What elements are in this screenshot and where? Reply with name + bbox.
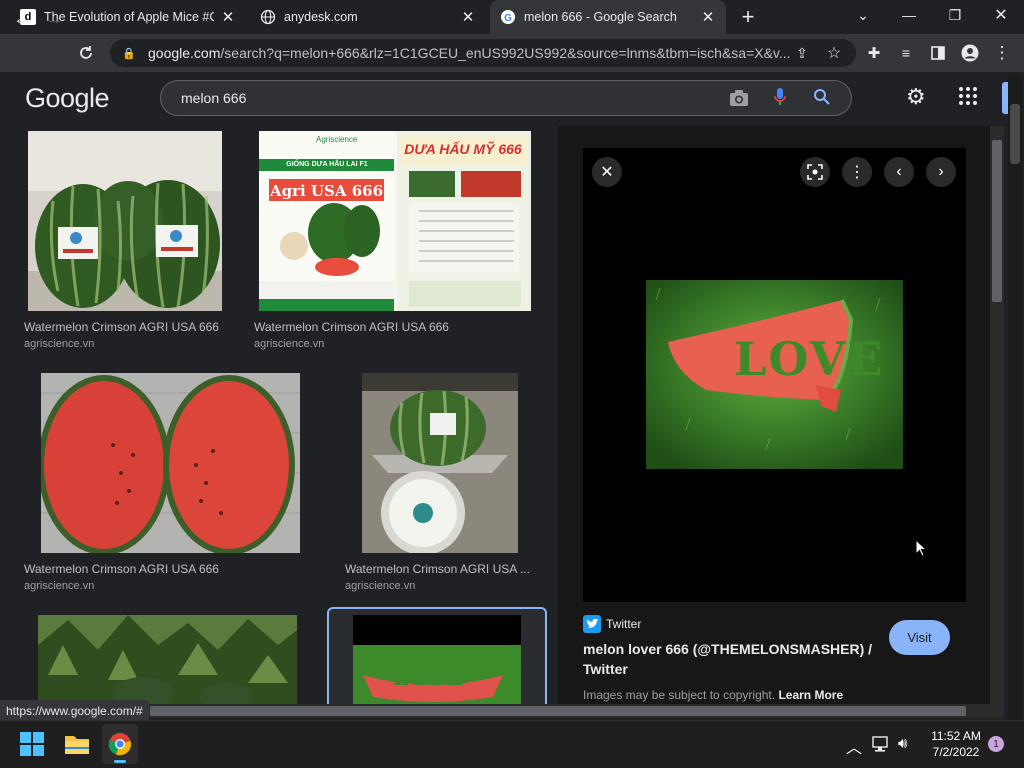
tab-close-icon[interactable]: ✕ (700, 8, 716, 26)
tab-search-chevron-down-icon[interactable]: ⌄ (840, 0, 886, 30)
tab-title: melon 666 - Google Search (524, 10, 677, 24)
preview-source-label[interactable]: Twitter (606, 617, 641, 631)
microphone-icon[interactable] (773, 87, 787, 112)
windows-start-icon[interactable] (20, 732, 44, 761)
network-icon[interactable] (872, 736, 890, 757)
extensions-puzzle-icon[interactable]: ✚ (860, 39, 888, 67)
pack-subtitle-text: GIỐNG DƯA HẤU LAI F1 (286, 161, 368, 168)
more-options-icon[interactable]: ⋮ (842, 157, 872, 187)
pack-right-title-text: DƯA HẤU MỸ 666 (404, 141, 522, 157)
tab-google-search[interactable]: G melon 666 - Google Search ✕ (490, 0, 726, 34)
search-query: melon 666 (181, 90, 247, 106)
result-caption[interactable]: Watermelon Crimson AGRI USA 666 (24, 562, 234, 576)
preview-image[interactable]: LOVE (646, 280, 903, 469)
lens-search-icon[interactable] (800, 157, 830, 187)
clock-date: 7/2/2022 (932, 745, 980, 759)
back-arrow-icon[interactable]: ← (8, 5, 36, 33)
result-source[interactable]: agriscience.vn (24, 580, 94, 592)
tab-close-icon[interactable]: ✕ (220, 8, 236, 26)
result-caption[interactable]: Watermelon Crimson AGRI USA 666 (254, 320, 494, 334)
preview-title[interactable]: melon lover 666 (@THEMELONSMASHER) / Twi… (583, 639, 878, 679)
tab-title: The Evolution of Apple Mice #Co (44, 10, 214, 24)
result-thumbnail-6-image: LOVE (353, 615, 521, 704)
active-app-indicator (114, 760, 126, 763)
result-thumbnail-1[interactable] (28, 131, 222, 311)
result-source[interactable]: agriscience.vn (24, 338, 94, 350)
taskbar-clock[interactable]: 11:52 AM 7/2/2022 (926, 728, 986, 760)
share-icon[interactable]: ⇪ (788, 39, 816, 67)
link-status-bar: https://www.google.com/# (0, 700, 149, 722)
profile-avatar-icon[interactable] (956, 39, 984, 67)
result-thumbnail-6-selected[interactable]: LOVE (327, 607, 547, 704)
tab-anydesk[interactable]: anydesk.com ✕ (250, 0, 486, 34)
restore-button[interactable]: ❐ (932, 0, 978, 30)
chrome-taskbar-button[interactable] (102, 724, 138, 764)
result-caption[interactable]: Watermelon Crimson AGRI USA 666 (24, 320, 234, 334)
result-source[interactable]: agriscience.vn (254, 338, 324, 350)
close-window-button[interactable]: ✕ (978, 0, 1024, 30)
search-icon[interactable] (813, 88, 831, 111)
reload-icon[interactable] (72, 39, 100, 67)
pack-product-text: Agri USA 666 (269, 182, 384, 200)
love-text: LOVE (734, 332, 885, 386)
windows-taskbar (0, 720, 1024, 768)
url-host: google.com (148, 45, 221, 61)
chrome-icon (108, 732, 132, 761)
pack-brand-text: Agriscience (316, 135, 358, 144)
tab-close-icon[interactable]: ✕ (460, 8, 476, 26)
result-thumbnail-3[interactable] (41, 373, 300, 553)
forward-arrow-icon[interactable]: → (40, 5, 68, 33)
result-caption[interactable]: Watermelon Crimson AGRI USA ... (345, 562, 535, 576)
notification-badge[interactable]: 1 (988, 736, 1004, 752)
result-thumbnail-2[interactable]: Agriscience GIỐNG DƯA HẤU LAI F1 Agri US… (259, 131, 531, 311)
address-bar[interactable]: 🔒 google.com/search?q=melon+666&rlz=1C1G… (110, 39, 856, 67)
visit-button[interactable]: Visit (889, 620, 950, 655)
media-queue-icon[interactable]: ≡ (892, 39, 920, 67)
close-preview-icon[interactable]: ✕ (592, 157, 622, 187)
horizontal-scrollbar[interactable] (0, 704, 1004, 718)
result-source[interactable]: agriscience.vn (345, 580, 415, 592)
svg-text:G: G (504, 13, 512, 24)
settings-gear-icon[interactable]: ⚙ (906, 84, 926, 110)
new-tab-button[interactable]: + (736, 4, 760, 29)
twitter-bird-icon (583, 615, 601, 638)
globe-icon (260, 9, 276, 25)
previous-chevron-icon[interactable]: ‹ (884, 157, 914, 187)
lock-icon: 🔒 (122, 47, 136, 60)
minimize-button[interactable]: — (886, 0, 932, 30)
speaker-volume-icon[interactable]: 🔊︎ (898, 735, 907, 752)
side-panel-icon[interactable] (924, 39, 952, 67)
bookmark-star-icon[interactable]: ☆ (820, 39, 848, 67)
tab-title: anydesk.com (284, 10, 358, 24)
mouse-cursor-icon (915, 538, 928, 562)
menu-kebab-icon[interactable]: ⋮ (988, 39, 1016, 67)
vertical-scrollbar[interactable] (990, 126, 1004, 704)
google-logo[interactable]: Google (25, 83, 110, 114)
result-thumbnail-4[interactable] (362, 373, 518, 553)
outer-scroll-thumb[interactable] (1010, 104, 1020, 164)
clock-time: 11:52 AM (931, 729, 981, 743)
result-thumbnail-5[interactable] (38, 615, 297, 704)
learn-more-link[interactable]: Learn More (778, 688, 843, 702)
tray-chevron-up-icon[interactable]: ︿ (846, 734, 862, 758)
copyright-text: Images may be subject to copyright. (583, 688, 776, 702)
copyright-notice: Images may be subject to copyright. Lear… (583, 688, 843, 702)
next-chevron-icon[interactable]: › (926, 157, 956, 187)
vertical-scroll-thumb[interactable] (992, 140, 1002, 302)
camera-search-icon[interactable] (729, 89, 749, 112)
apps-grid-icon[interactable] (958, 86, 978, 111)
url-path: /search?q=melon+666&rlz=1C1GCEU_enUS992U… (220, 45, 791, 61)
thumb-love-text: LOVE (393, 665, 466, 691)
file-explorer-icon[interactable] (64, 733, 90, 760)
outer-vertical-scrollbar[interactable] (1008, 74, 1022, 720)
google-icon: G (500, 9, 516, 25)
horizontal-scroll-thumb[interactable] (150, 706, 966, 716)
